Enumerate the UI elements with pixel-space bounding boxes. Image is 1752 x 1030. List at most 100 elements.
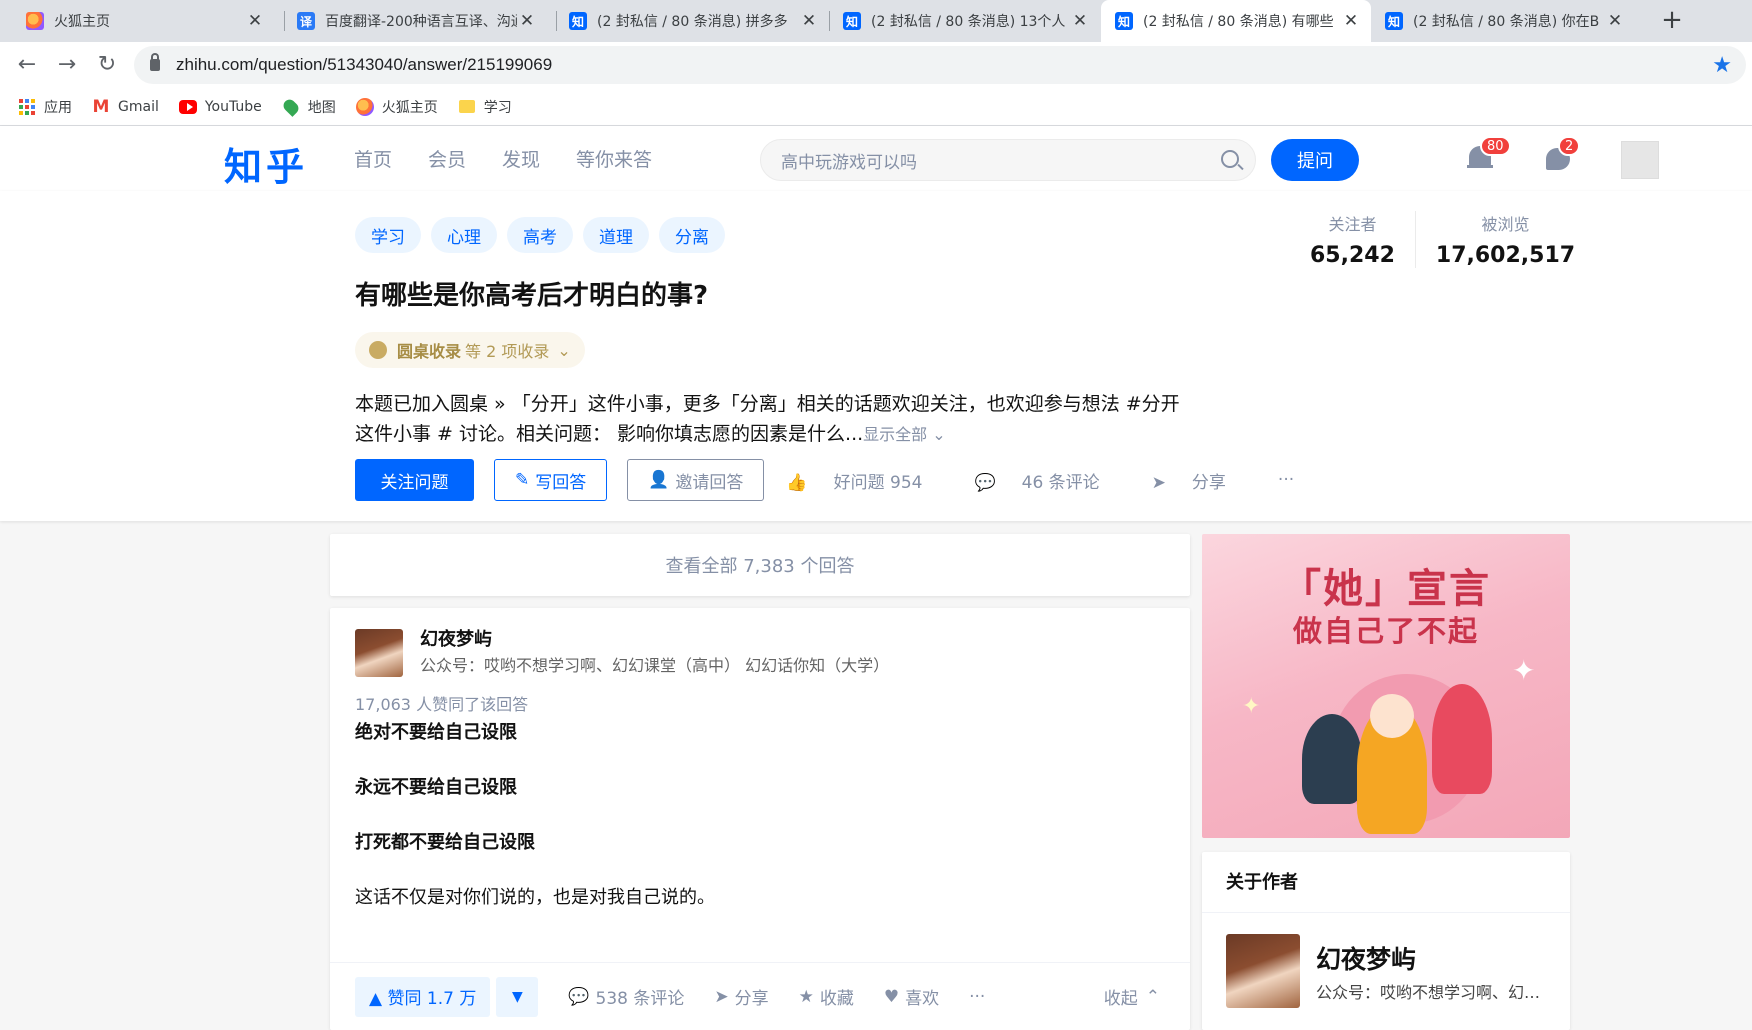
bookmarks-bar: 应用 M Gmail YouTube 地图 火狐主页 学习: [0, 88, 1752, 126]
heart-icon: ♥: [883, 986, 900, 1007]
topic-tag[interactable]: 学习: [355, 217, 421, 253]
topic-tag[interactable]: 高考: [507, 217, 573, 253]
author-avatar[interactable]: [1226, 934, 1300, 1008]
downvote-button[interactable]: ▼: [496, 976, 539, 1017]
close-icon[interactable]: ✕: [245, 11, 265, 31]
bookmark-maps[interactable]: 地图: [280, 96, 336, 117]
ask-button[interactable]: 提问: [1271, 139, 1359, 181]
bookmark-label: YouTube: [204, 98, 262, 115]
answer-paragraph: 永远不要给自己设限: [355, 777, 517, 798]
share-icon: ➤: [1151, 472, 1166, 493]
search-placeholder: 高中玩游戏可以吗: [781, 152, 917, 173]
question-actions: 关注问题 ✎ 写回答 👤 邀请回答 👍 好问题 954 💬 46 条评论 ➤ 分享 ·…: [355, 459, 1320, 501]
zhihu-logo[interactable]: 知乎: [224, 136, 308, 191]
show-all-link[interactable]: 显示全部 ⌄: [863, 425, 946, 444]
close-icon[interactable]: ✕: [1605, 11, 1625, 31]
bookmark-youtube[interactable]: YouTube: [178, 98, 262, 116]
browser-tab[interactable]: 知 (2 封私信 / 80 条消息) 13个人 ✕: [829, 0, 1100, 42]
chevron-up-icon: ⌃: [1145, 986, 1160, 1007]
nav-home[interactable]: 首页: [354, 145, 392, 172]
bookmark-star-icon[interactable]: ★: [1712, 53, 1732, 78]
comment-icon: 💬: [974, 472, 996, 493]
new-tab-button[interactable]: +: [1657, 6, 1687, 36]
author-name[interactable]: 幻夜梦屿: [1316, 940, 1416, 976]
bookmark-apps[interactable]: 应用: [18, 97, 72, 117]
back-arrow-icon[interactable]: ←: [14, 52, 40, 78]
good-question-button[interactable]: 👍 好问题 954: [786, 468, 948, 493]
comments-button[interactable]: 💬 46 条评论: [974, 468, 1125, 493]
roundtable-icon: [369, 341, 387, 359]
about-author-card: 关于作者 幻夜梦屿 公众号：哎哟不想学习啊、幻幻课堂（高中）: [1202, 852, 1570, 1030]
invite-answer-label: 邀请回答: [675, 472, 744, 493]
close-icon[interactable]: ✕: [1341, 11, 1361, 31]
answer-body: 绝对不要给自己设限 永远不要给自己设限 打死都不要给自己设限 这话不仅是对你们说…: [355, 718, 1165, 938]
message-badge: 2: [1558, 136, 1581, 156]
write-answer-button[interactable]: ✎ 写回答: [494, 459, 608, 501]
browser-tab[interactable]: 火狐主页 ✕: [0, 0, 275, 42]
chevron-down-icon: ⌄: [932, 425, 946, 444]
add-user-icon: 👤: [648, 470, 670, 490]
youtube-icon: [178, 98, 197, 116]
favorite-button[interactable]: ★ 收藏: [799, 984, 854, 1010]
write-answer-label: 写回答: [535, 472, 587, 493]
tab-title: 百度翻译-200种语言互译、沟通: [325, 14, 517, 30]
ad-subtitle: 做自己了不起: [1292, 614, 1479, 648]
collapse-button[interactable]: 收起 ⌃: [1104, 984, 1160, 1010]
browser-tab[interactable]: 知 (2 封私信 / 80 条消息) 拼多多 ✕: [547, 0, 829, 42]
collection-count: 等 2 项收录: [465, 342, 550, 361]
share-button[interactable]: ➤ 分享: [1152, 468, 1252, 493]
tab-title: (2 封私信 / 80 条消息) 13个人: [871, 14, 1066, 30]
reload-icon[interactable]: ↻: [94, 52, 120, 78]
answer-share-button[interactable]: ➤ 分享: [714, 984, 768, 1010]
maps-pin-icon: [280, 96, 301, 117]
more-button[interactable]: ···: [1278, 470, 1294, 490]
share-icon: ➤: [714, 986, 729, 1007]
topic-tag[interactable]: 心理: [431, 217, 497, 253]
bookmark-label: 学习: [483, 99, 512, 116]
question-meta: 👍 好问题 954 💬 46 条评论 ➤ 分享 ···: [786, 468, 1320, 493]
main-nav: 首页 会员 发现 等你来答: [354, 126, 688, 191]
author-name[interactable]: 幻夜梦屿: [420, 625, 492, 651]
divider: [1202, 912, 1570, 913]
collection-pill[interactable]: 圆桌收录 等 2 项收录 ⌄: [355, 332, 585, 368]
close-icon[interactable]: ✕: [517, 11, 537, 31]
nav-explore[interactable]: 发现: [502, 145, 540, 172]
firefox-icon: [26, 12, 44, 30]
user-avatar[interactable]: [1621, 141, 1659, 179]
answer-more-button[interactable]: ···: [969, 987, 985, 1007]
upvote-button[interactable]: ▲ 赞同 1.7 万: [355, 976, 491, 1017]
search-icon[interactable]: [1221, 150, 1239, 168]
author-avatar[interactable]: [355, 629, 403, 677]
close-icon[interactable]: ✕: [1070, 11, 1090, 31]
invite-answer-button[interactable]: 👤 邀请回答: [627, 459, 765, 501]
bookmark-firefox-home[interactable]: 火狐主页: [355, 97, 438, 117]
author-bio: 公众号：哎哟不想学习啊、幻幻课堂（高中）: [1316, 983, 1546, 1002]
topic-tag[interactable]: 道理: [583, 217, 649, 253]
comment-icon: 💬: [568, 986, 590, 1007]
nav-waiting[interactable]: 等你来答: [576, 145, 652, 172]
forward-arrow-icon[interactable]: →: [54, 52, 80, 78]
answer-comments-button[interactable]: 💬 538 条评论: [568, 984, 684, 1010]
follow-question-button[interactable]: 关注问题: [355, 459, 474, 501]
fanyi-icon: 译: [297, 12, 315, 30]
close-icon[interactable]: ✕: [799, 11, 819, 31]
view-all-answers-button[interactable]: 查看全部 7,383 个回答: [330, 534, 1190, 596]
folder-icon: [458, 98, 476, 116]
search-input[interactable]: 高中玩游戏可以吗: [760, 139, 1256, 181]
firefox-icon: [355, 97, 374, 116]
topic-tag[interactable]: 分离: [659, 217, 725, 253]
sidebar-ad-banner[interactable]: 「她」宣言 做自己了不起 ✦ ✦: [1202, 534, 1570, 838]
question-title: 有哪些是你高考后才明白的事?: [355, 281, 709, 311]
browser-tabstrip: 火狐主页 ✕ 译 百度翻译-200种语言互译、沟通 ✕ 知 (2 封私信 / 8…: [0, 0, 1752, 42]
vote-count-text: 17,063 人赞同了该回答: [355, 695, 529, 714]
address-bar[interactable]: zhihu.com/question/51343040/answer/21519…: [134, 46, 1746, 84]
bookmark-folder-study[interactable]: 学习: [458, 97, 512, 117]
tab-title: 火狐主页: [54, 14, 110, 30]
about-author-title: 关于作者: [1226, 872, 1298, 893]
browser-tab[interactable]: 知 (2 封私信 / 80 条消息) 你在B ✕: [1371, 0, 1635, 42]
bookmark-gmail[interactable]: M Gmail: [92, 97, 159, 117]
browser-tab[interactable]: 译 百度翻译-200种语言互译、沟通 ✕: [275, 0, 547, 42]
nav-vip[interactable]: 会员: [428, 145, 466, 172]
browser-tab-active[interactable]: 知 (2 封私信 / 80 条消息) 有哪些 ✕: [1101, 0, 1371, 42]
like-button[interactable]: ♥ 喜欢: [883, 984, 939, 1010]
